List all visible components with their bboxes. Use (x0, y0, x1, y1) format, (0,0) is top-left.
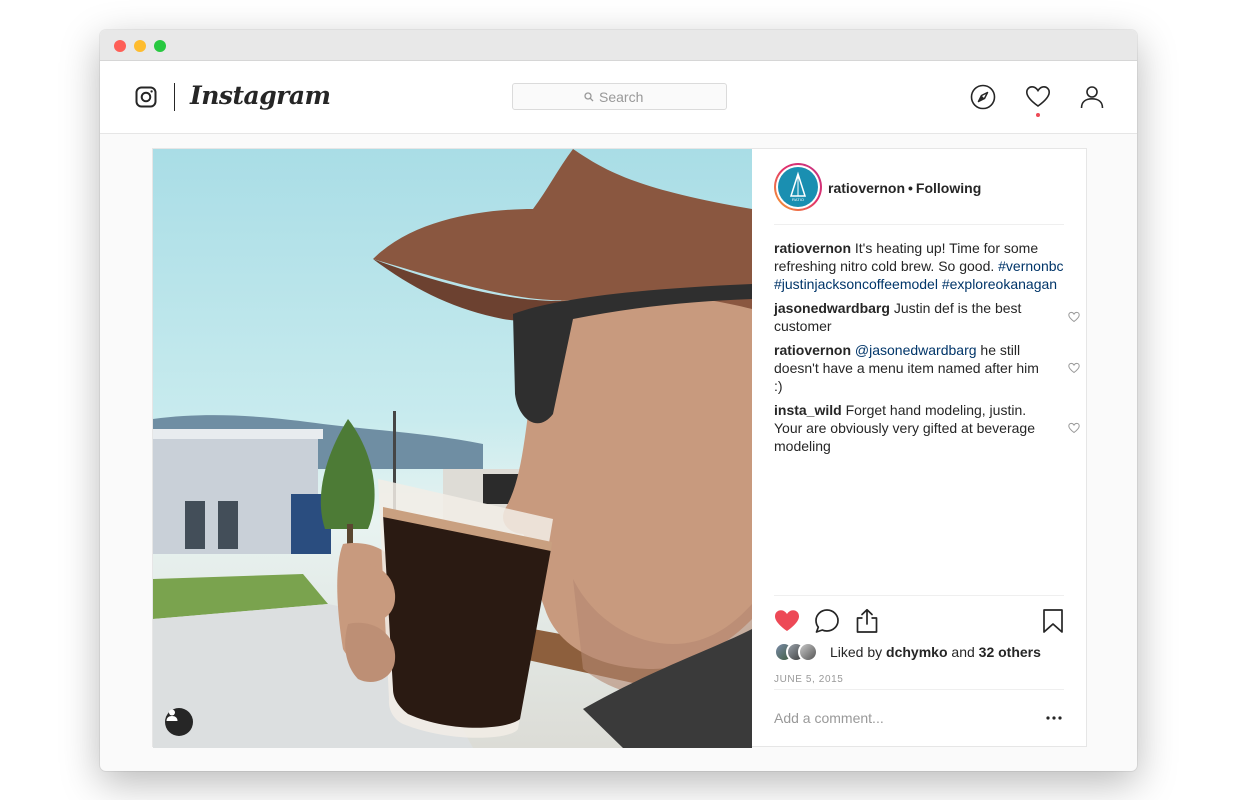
profile-person-icon[interactable] (1079, 84, 1105, 110)
likes-conjunction: and (951, 644, 975, 660)
following-button[interactable]: Following (916, 180, 981, 196)
instagram-top-nav: Instagram (100, 61, 1137, 134)
add-comment-section (774, 689, 1064, 745)
comment-username[interactable]: ratiovernon (774, 240, 851, 256)
like-comment-heart-icon[interactable] (1068, 362, 1080, 374)
share-icon[interactable] (854, 608, 880, 634)
likes-text: Liked by dchymko and 32 others (830, 644, 1041, 660)
liker-avatar[interactable] (798, 642, 818, 662)
more-options-button[interactable] (1044, 708, 1064, 728)
post-actions-bar (774, 595, 1064, 639)
browser-window: Instagram Search RATIO ratiovernon • Fol… (100, 30, 1137, 771)
maximize-window-button[interactable] (154, 40, 166, 52)
explore-compass-icon[interactable] (970, 84, 996, 110)
post-photo[interactable] (153, 149, 752, 748)
search-input[interactable] (599, 88, 655, 105)
comment-username[interactable]: insta_wild (774, 402, 842, 418)
search-icon (584, 91, 594, 101)
comment-item: jasonedwardbarg Justin def is the best c… (774, 299, 1080, 335)
comment-bubble-icon[interactable] (814, 608, 840, 634)
likes-summary: Liked by dchymko and 32 others (774, 640, 1064, 664)
minimize-window-button[interactable] (134, 40, 146, 52)
liker-avatars[interactable] (774, 642, 818, 662)
comment-username[interactable]: jasonedwardbarg (774, 300, 890, 316)
person-tag-icon (166, 709, 178, 721)
comment-mention[interactable]: @jasonedwardbarg (855, 342, 977, 358)
like-heart-icon[interactable] (774, 608, 800, 634)
post-side-panel: RATIO ratiovernon • Following ratiovernon … (752, 149, 1086, 746)
close-window-button[interactable] (114, 40, 126, 52)
like-comment-heart-icon[interactable] (1068, 422, 1080, 434)
instagram-wordmark[interactable]: Instagram (190, 81, 331, 110)
window-titlebar (100, 30, 1137, 61)
instagram-camera-icon[interactable] (135, 86, 157, 108)
save-bookmark-icon[interactable] (1040, 608, 1066, 634)
activity-notification-dot (1036, 113, 1040, 117)
author-username[interactable]: ratiovernon (828, 180, 905, 196)
comment-item: ratiovernon @jasonedwardbarg he still do… (774, 341, 1080, 395)
author-avatar[interactable]: RATIO (774, 163, 822, 211)
svg-text:RATIO: RATIO (792, 197, 804, 202)
add-comment-input[interactable] (774, 709, 1044, 726)
logo-divider (174, 83, 175, 111)
comment-username[interactable]: ratiovernon (774, 342, 851, 358)
photo-illustration (153, 149, 752, 748)
comments-list: ratiovernon It's heating up! Time for so… (774, 239, 1080, 461)
post-header: RATIO ratiovernon • Following (774, 163, 1064, 225)
likes-prefix: Liked by (830, 644, 883, 660)
activity-heart-icon[interactable] (1025, 84, 1051, 110)
likes-others-link[interactable]: 32 others (979, 644, 1041, 660)
ratio-logo-icon: RATIO (789, 171, 807, 202)
liker-username[interactable]: dchymko (886, 644, 947, 660)
post-date[interactable]: JUNE 5, 2015 (774, 674, 843, 685)
search-box[interactable] (512, 83, 727, 110)
like-comment-heart-icon[interactable] (1068, 311, 1080, 323)
tagged-people-button[interactable] (165, 708, 193, 736)
more-dots-icon (1046, 715, 1062, 720)
post-author-line: ratiovernon • Following (828, 180, 981, 196)
comment-item: insta_wild Forget hand modeling, justin.… (774, 401, 1080, 455)
caption-comment: ratiovernon It's heating up! Time for so… (774, 239, 1066, 293)
post-card: RATIO ratiovernon • Following ratiovernon … (152, 148, 1087, 748)
header-separator: • (908, 180, 913, 196)
